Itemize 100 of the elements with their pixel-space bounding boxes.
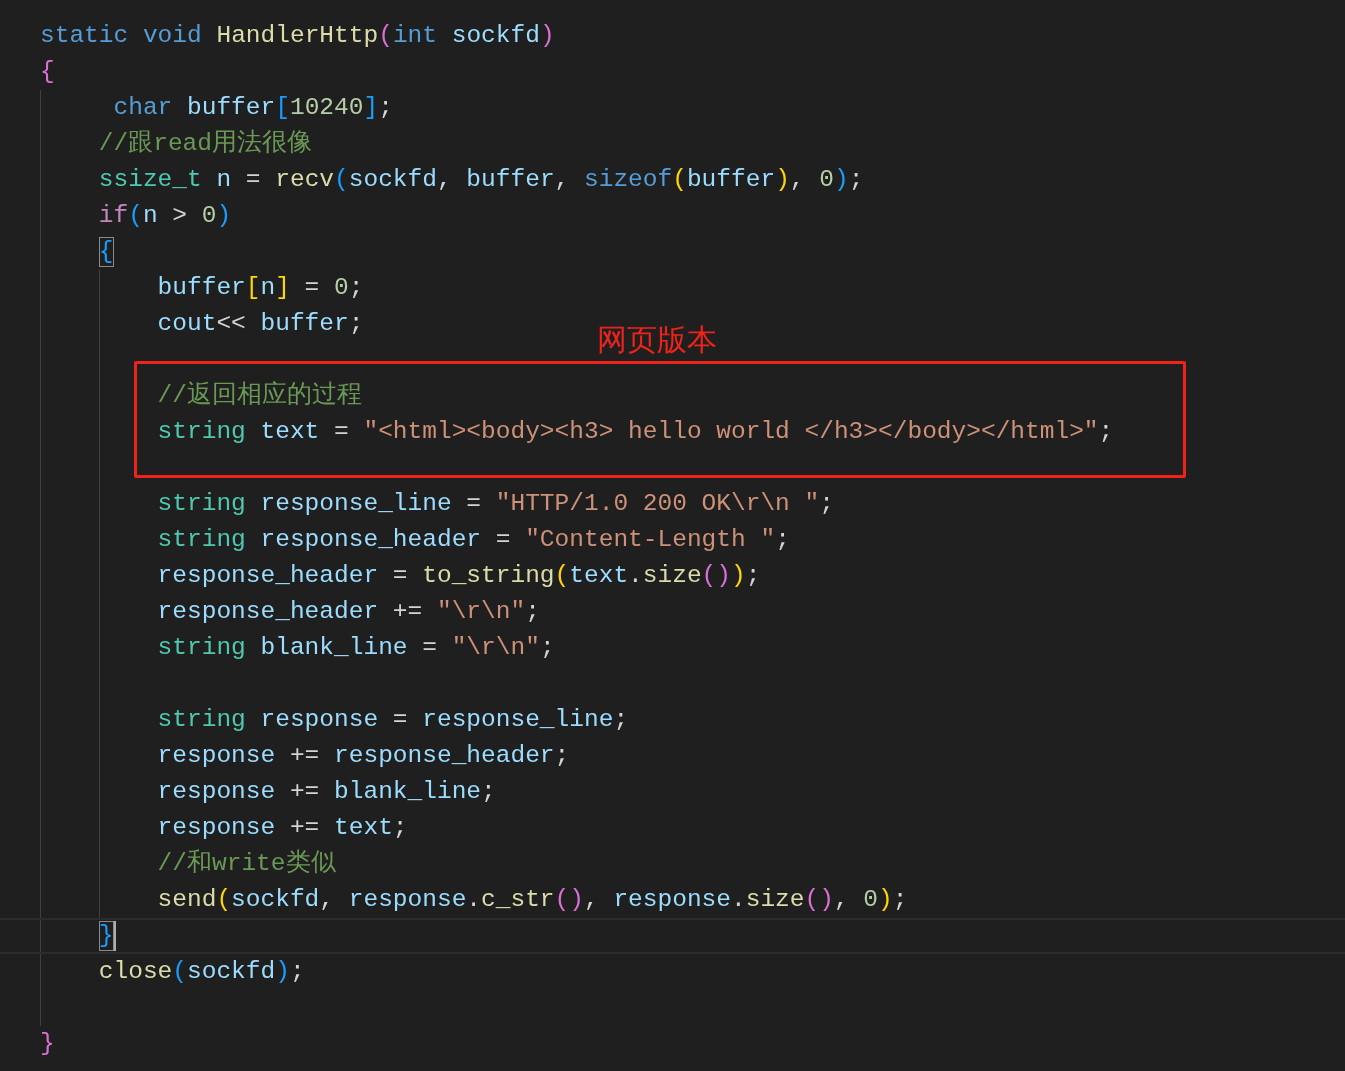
operator: = [391, 705, 408, 735]
operator: = [333, 417, 349, 447]
keyword: if [98, 201, 129, 231]
operator: = [391, 561, 408, 591]
operator: ; [745, 561, 761, 591]
function-name: c_str [481, 885, 555, 915]
operator: ; [289, 957, 305, 987]
bracket: ] [363, 93, 379, 123]
bracket: } [40, 1029, 55, 1059]
keyword: void [141, 21, 202, 51]
operator: ; [525, 597, 540, 627]
bracket: ( [672, 165, 687, 195]
identifier: cout [157, 309, 217, 339]
identifier: buffer [259, 309, 349, 339]
bracket: ( [554, 561, 570, 591]
bracket: } [98, 921, 114, 951]
operator: << [216, 309, 246, 339]
identifier: response [157, 741, 276, 771]
bracket: ( [701, 561, 717, 591]
bracket: ) [833, 165, 849, 195]
identifier: n [142, 201, 158, 231]
function-name: HandlerHttp [215, 21, 379, 51]
identifier: text [569, 561, 629, 591]
function-name: close [98, 957, 173, 987]
identifier: blank_line [333, 777, 482, 807]
identifier: response_line [259, 489, 452, 519]
type-name: string [157, 525, 246, 555]
operator: ; [392, 813, 408, 843]
identifier: sockfd [231, 885, 320, 915]
bracket: { [98, 237, 114, 267]
operator: , [319, 885, 335, 915]
identifier: sockfd [348, 165, 437, 195]
operator: ; [554, 741, 570, 771]
operator: += [288, 777, 320, 807]
function-name: send [157, 885, 217, 915]
bracket: ) [878, 885, 893, 915]
bracket: ( [128, 201, 143, 231]
operator: > [171, 201, 187, 231]
number: 0 [200, 201, 217, 231]
operator: = [244, 165, 261, 195]
type-name: string [157, 705, 246, 735]
bracket: ( [378, 21, 393, 51]
operator: ; [378, 93, 393, 123]
bracket: ) [819, 885, 834, 915]
operator: = [421, 633, 437, 663]
operator: , [789, 165, 805, 195]
number: 0 [862, 885, 879, 915]
identifier: blank_line [259, 633, 408, 663]
identifier: buffer [465, 165, 555, 195]
code-comment: //返回相应的过程 [157, 381, 362, 411]
bracket: ( [804, 885, 820, 915]
function-name: size [642, 561, 702, 591]
text-cursor [113, 921, 116, 951]
type-name: string [157, 417, 246, 447]
operator: ; [348, 273, 364, 303]
string-literal: "Content-Length " [524, 525, 776, 555]
identifier: response [612, 885, 731, 915]
keyword: sizeof [583, 165, 673, 195]
identifier: buffer [686, 165, 776, 195]
identifier: response_header [157, 561, 379, 591]
operator: ; [481, 777, 496, 807]
identifier: response [259, 705, 379, 735]
code-comment: //跟read用法很像 [98, 129, 312, 159]
identifier: response_header [333, 741, 555, 771]
keyword: char [112, 93, 173, 123]
operator: ; [775, 525, 790, 555]
bracket: [ [245, 273, 261, 303]
operator: , [584, 885, 599, 915]
bracket: ) [569, 885, 584, 915]
operator: ; [539, 633, 555, 663]
identifier: text [333, 813, 393, 843]
operator: . [731, 885, 746, 915]
identifier: sockfd [187, 957, 276, 987]
number: 10240 [289, 93, 364, 123]
operator: += [391, 597, 423, 627]
identifier: n [260, 273, 276, 303]
operator: , [436, 165, 452, 195]
operator: , [554, 165, 570, 195]
operator: ; [819, 489, 834, 519]
bracket: ) [275, 957, 290, 987]
operator: ; [892, 885, 908, 915]
bracket: ) [716, 561, 731, 591]
identifier: buffer [186, 93, 276, 123]
operator: = [494, 525, 511, 555]
identifier: response_header [157, 597, 379, 627]
operator: ; [613, 705, 629, 735]
operator: = [303, 273, 320, 303]
bracket: ( [554, 885, 570, 915]
number: 0 [818, 165, 834, 195]
operator: , [833, 885, 849, 915]
operator: . [466, 885, 482, 915]
bracket: ( [334, 165, 349, 195]
bracket: [ [275, 93, 290, 123]
bracket: { [40, 57, 55, 87]
identifier: response_header [259, 525, 482, 555]
operator: ; [848, 165, 864, 195]
function-name: recv [274, 165, 335, 195]
number: 0 [333, 273, 349, 303]
string-literal: "\r\n" [450, 633, 540, 663]
operator: += [288, 741, 320, 771]
